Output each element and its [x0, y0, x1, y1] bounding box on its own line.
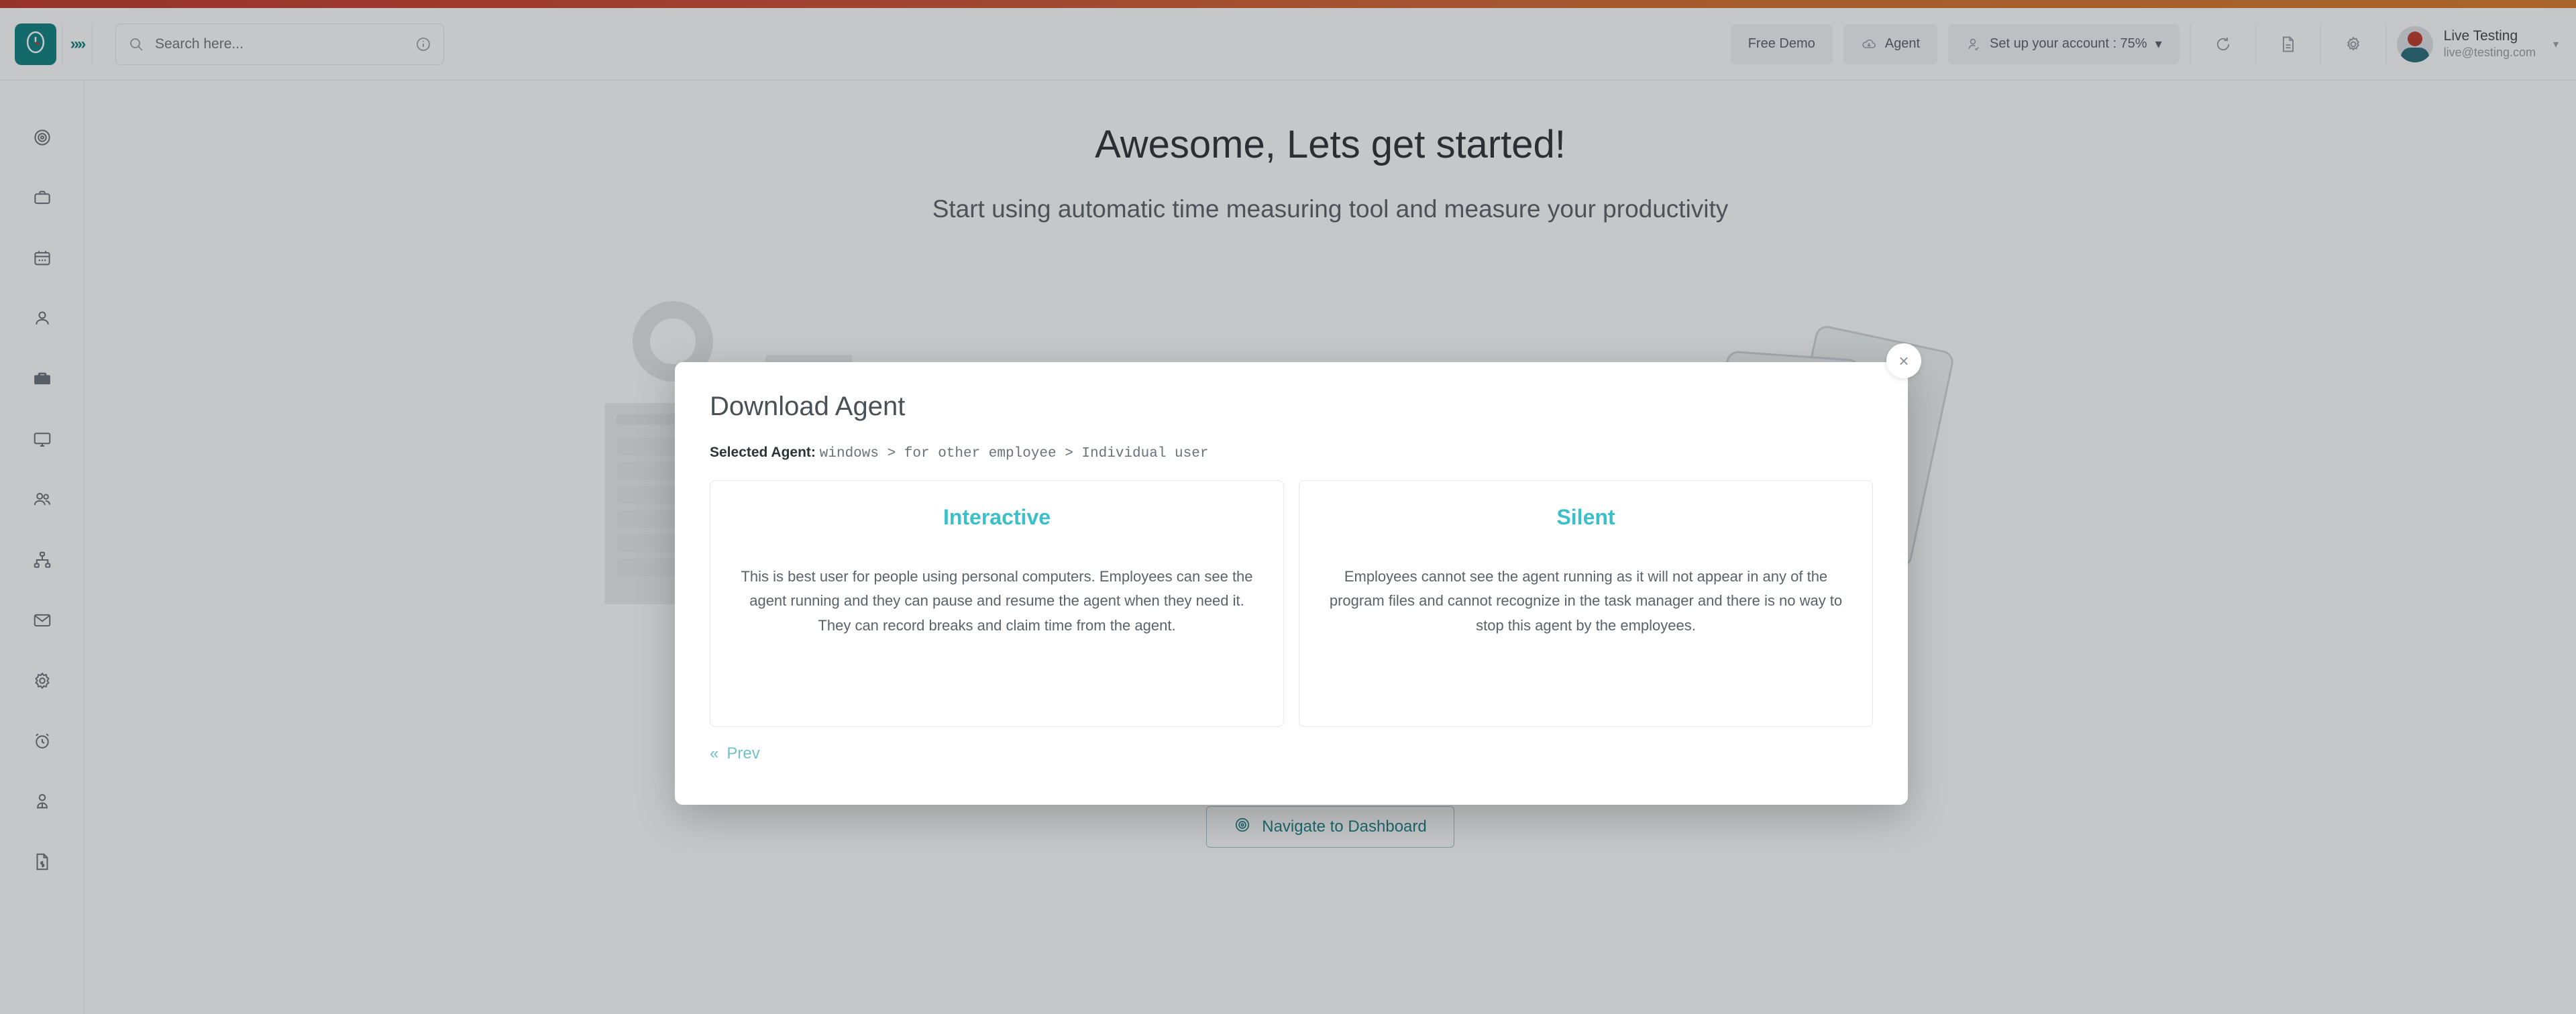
- close-glyph: ×: [1898, 350, 1909, 371]
- interactive-option-desc: This is best user for people using perso…: [741, 568, 1253, 634]
- prev-button[interactable]: « Prev: [710, 744, 760, 763]
- download-agent-modal: Download Agent Selected Agent: windows >…: [675, 362, 1908, 805]
- silent-option-desc: Employees cannot see the agent running a…: [1329, 568, 1843, 634]
- interactive-option-title: Interactive: [943, 505, 1051, 529]
- silent-option-title: Silent: [1556, 505, 1615, 529]
- silent-option[interactable]: Silent Employees cannot see the agent ru…: [1299, 480, 1873, 727]
- selected-agent-label: Selected Agent:: [710, 445, 816, 460]
- close-icon[interactable]: ×: [1886, 343, 1921, 378]
- modal-footer: « Prev: [710, 744, 1873, 763]
- prev-label: Prev: [727, 744, 760, 763]
- interactive-option[interactable]: Interactive This is best user for people…: [710, 480, 1284, 727]
- modal-title: Download Agent: [710, 392, 906, 421]
- chevrons-left-icon: «: [710, 744, 719, 763]
- selected-agent-value: windows > for other employee > Individua…: [819, 446, 1209, 461]
- agent-mode-options: Interactive This is best user for people…: [710, 480, 1873, 727]
- selected-agent-row: Selected Agent: windows > for other empl…: [710, 445, 1873, 461]
